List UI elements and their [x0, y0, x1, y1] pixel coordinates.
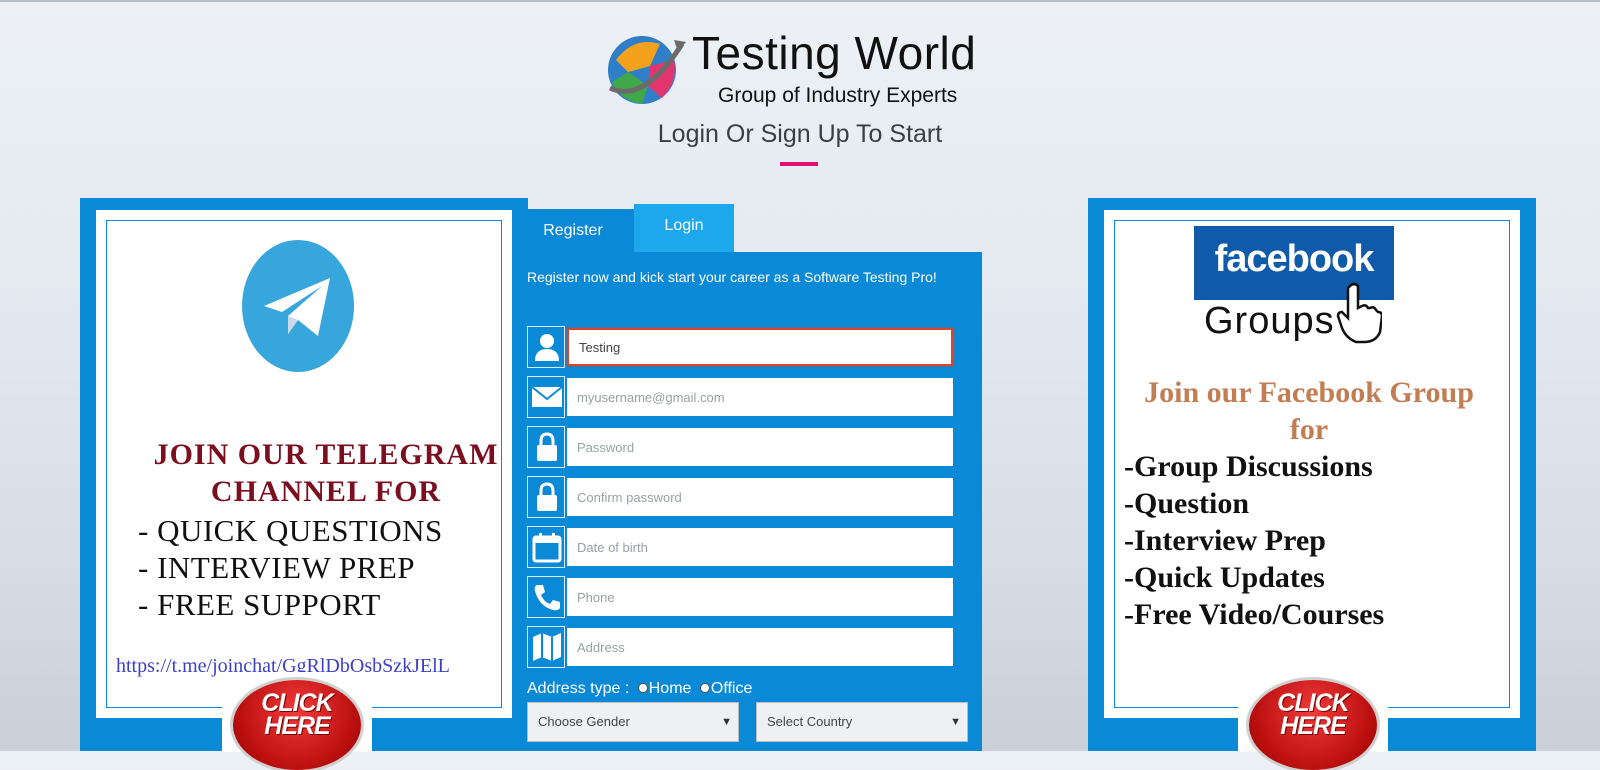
user-icon: [527, 326, 565, 368]
facebook-logo-text: facebook: [1214, 238, 1375, 280]
list-item: -Interview Prep: [1124, 524, 1326, 557]
logo-title: Testing World: [692, 27, 977, 79]
password-input[interactable]: [567, 428, 953, 466]
chevron-down-icon: ▼: [721, 716, 732, 728]
heading-underline: [780, 162, 818, 166]
click-here-line2: HERE: [264, 712, 330, 740]
list-item: -Free Video/Courses: [1124, 598, 1385, 631]
address-input[interactable]: [567, 628, 953, 666]
telegram-promo-panel: JOIN OUR TELEGRAM CHANNEL FOR - QUICK QU…: [80, 198, 528, 770]
list-item: -Question: [1124, 487, 1250, 520]
name-input[interactable]: [567, 328, 953, 366]
top-border: [0, 0, 1600, 2]
list-item: - FREE SUPPORT: [138, 587, 381, 622]
gender-select[interactable]: Choose Gender ▼: [527, 702, 739, 742]
dob-field-row: [527, 526, 954, 568]
address-type-label: Address type :: [527, 680, 630, 697]
telegram-heading-line1: JOIN OUR TELEGRAM: [153, 438, 499, 471]
tab-login[interactable]: Login: [634, 204, 734, 252]
home-radio[interactable]: [637, 682, 648, 693]
page-subheading: Login Or Sign Up To Start: [657, 120, 943, 148]
telegram-click-here-button[interactable]: CLICK HERE: [222, 672, 372, 770]
address-field-row: [527, 626, 954, 668]
registration-form: Register now and kick start your career …: [512, 252, 982, 751]
telegram-plane-icon: [264, 278, 330, 336]
telegram-logo: [242, 240, 354, 372]
map-icon: [527, 626, 565, 668]
gender-select-value: Choose Gender: [538, 714, 630, 729]
confirm-password-input[interactable]: [567, 478, 953, 516]
click-here-label: CLICK HERE: [1249, 691, 1377, 740]
envelope-icon: [527, 376, 565, 418]
facebook-promo-card: facebook Groups Join our Facebook Group …: [1104, 210, 1520, 718]
office-radio[interactable]: [699, 682, 710, 693]
list-item: -Quick Updates: [1124, 561, 1325, 594]
confirm-password-field-row: [527, 476, 954, 518]
facebook-groups-label: Groups: [1204, 300, 1335, 342]
facebook-click-here-button[interactable]: CLICK HERE: [1238, 672, 1388, 770]
name-field-row: [527, 326, 954, 368]
country-select-value: Select Country: [767, 714, 853, 729]
lock-icon: [527, 476, 565, 518]
facebook-heading: Join our Facebook Group for: [1124, 374, 1494, 448]
pointer-hand-icon: [1336, 282, 1382, 344]
telegram-benefits-list: - QUICK QUESTIONS - INTERVIEW PREP - FRE…: [138, 512, 443, 623]
phone-field-row: [527, 576, 954, 618]
tab-register[interactable]: Register: [512, 209, 634, 257]
facebook-benefits-list: -Group Discussions -Question -Interview …: [1124, 448, 1384, 633]
click-here-label: CLICK HERE: [233, 691, 361, 740]
click-here-line2: HERE: [1280, 712, 1346, 740]
facebook-heading-line2: for: [1289, 413, 1329, 446]
facebook-heading-line1: Join our Facebook Group: [1144, 376, 1474, 409]
phone-icon: [527, 576, 565, 618]
list-item: -Group Discussions: [1124, 450, 1373, 483]
phone-input[interactable]: [567, 578, 953, 616]
date-of-birth-input[interactable]: [567, 528, 953, 566]
email-field-row: [527, 376, 954, 418]
chevron-down-icon: ▼: [950, 716, 961, 728]
testing-world-globe-icon: [608, 36, 686, 104]
country-select[interactable]: Select Country ▼: [756, 702, 968, 742]
password-field-row: [527, 426, 954, 468]
telegram-promo-card: JOIN OUR TELEGRAM CHANNEL FOR - QUICK QU…: [96, 210, 512, 718]
logo-tagline: Group of Industry Experts: [718, 84, 958, 107]
telegram-heading-line2: CHANNEL FOR: [210, 475, 442, 508]
lock-icon: [527, 426, 565, 468]
home-radio-label[interactable]: Home: [649, 680, 692, 697]
telegram-heading: JOIN OUR TELEGRAM CHANNEL FOR: [136, 436, 516, 510]
list-item: - QUICK QUESTIONS: [138, 513, 443, 548]
facebook-promo-panel: facebook Groups Join our Facebook Group …: [1088, 198, 1536, 770]
address-type-group: Address type : Home Office: [527, 680, 752, 698]
calendar-icon: [527, 526, 565, 568]
office-radio-label[interactable]: Office: [711, 680, 753, 697]
email-input[interactable]: [567, 378, 953, 416]
form-intro-text: Register now and kick start your career …: [527, 269, 937, 285]
list-item: - INTERVIEW PREP: [138, 550, 416, 585]
